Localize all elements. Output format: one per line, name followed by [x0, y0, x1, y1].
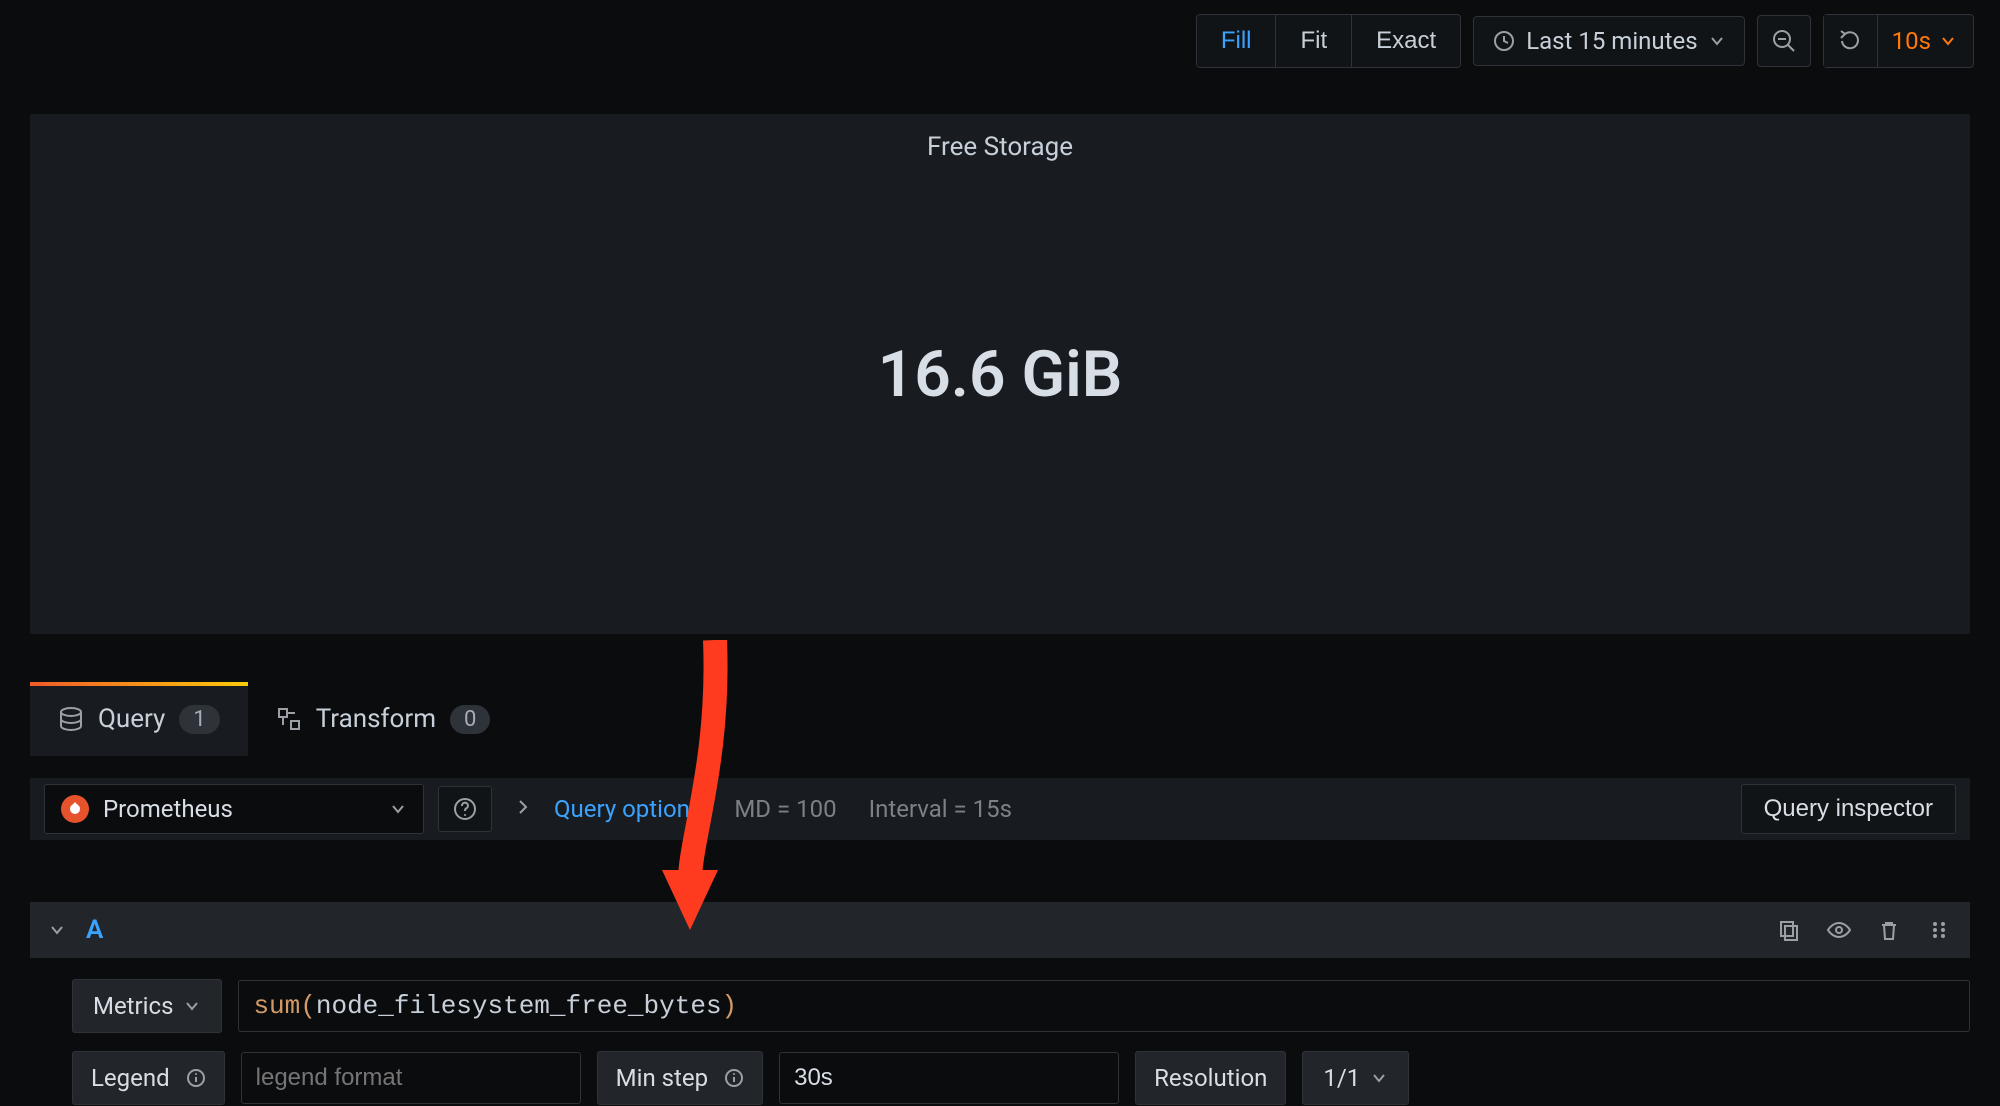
delete-query-icon[interactable]: [1876, 917, 1902, 943]
query-ref-id: A: [86, 915, 103, 945]
refresh-group: 10s: [1823, 14, 1974, 68]
stat-panel: Free Storage 16.6 GiB: [30, 114, 1970, 634]
minstep-label-cell: Min step: [597, 1051, 763, 1105]
transform-icon: [276, 706, 302, 732]
legend-format-input[interactable]: [241, 1052, 581, 1104]
datasource-bar: Prometheus Query options MD = 100 Interv…: [30, 778, 1970, 840]
refresh-interval-picker[interactable]: 10s: [1878, 27, 1973, 55]
datasource-help-button[interactable]: [438, 786, 492, 832]
refresh-interval-value: 10s: [1892, 27, 1931, 55]
metrics-browser-button[interactable]: Metrics: [72, 979, 222, 1033]
fill-button[interactable]: Fill: [1197, 15, 1277, 67]
prometheus-icon: [61, 795, 89, 823]
clock-icon: [1492, 29, 1516, 53]
time-range-picker[interactable]: Last 15 minutes: [1473, 16, 1744, 66]
datasource-picker[interactable]: Prometheus: [44, 784, 424, 834]
tab-transform[interactable]: Transform 0: [248, 682, 519, 756]
time-range-label: Last 15 minutes: [1526, 27, 1697, 55]
toggle-visibility-icon[interactable]: [1826, 917, 1852, 943]
transform-count-badge: 0: [450, 705, 490, 734]
query-options-toggle[interactable]: Query options: [554, 795, 702, 823]
tabs-strip: Query 1 Transform 0: [30, 670, 1970, 756]
refresh-button[interactable]: [1824, 15, 1878, 67]
query-inspector-button[interactable]: Query inspector: [1741, 784, 1956, 834]
zoom-out-button[interactable]: [1757, 15, 1811, 67]
chevron-down-icon: [1370, 1069, 1388, 1087]
metrics-label: Metrics: [93, 992, 173, 1020]
info-icon[interactable]: [724, 1068, 744, 1088]
tab-transform-label: Transform: [316, 704, 436, 734]
chevron-right-icon: [506, 798, 540, 820]
panel-title: Free Storage: [30, 132, 1970, 162]
chevron-down-icon: [183, 997, 201, 1015]
query-interval-label: Interval = 15s: [869, 795, 1012, 823]
legend-label: Legend: [91, 1064, 170, 1092]
resolution-picker[interactable]: 1/1: [1302, 1051, 1409, 1105]
expr-body: node_filesystem_free_bytes: [316, 991, 722, 1021]
promql-input[interactable]: sum(node_filesystem_free_bytes): [238, 980, 1970, 1032]
duplicate-query-icon[interactable]: [1776, 917, 1802, 943]
chevron-down-icon: [1939, 32, 1957, 50]
minstep-input[interactable]: [779, 1052, 1119, 1104]
info-icon[interactable]: [186, 1068, 206, 1088]
legend-label-cell: Legend: [72, 1051, 225, 1105]
minstep-label: Min step: [616, 1064, 708, 1092]
query-count-badge: 1: [179, 705, 219, 734]
chevron-down-icon: [1708, 32, 1726, 50]
database-icon: [58, 706, 84, 732]
resolution-label: Resolution: [1154, 1064, 1267, 1092]
exact-button[interactable]: Exact: [1352, 15, 1460, 67]
tab-query[interactable]: Query 1: [30, 682, 248, 756]
chevron-down-icon: [389, 800, 407, 818]
expr-fn: sum: [253, 991, 300, 1021]
fit-button[interactable]: Fit: [1276, 15, 1352, 67]
datasource-name: Prometheus: [103, 795, 233, 823]
tab-query-label: Query: [98, 704, 165, 734]
drag-handle-icon[interactable]: [1926, 917, 1952, 943]
resolution-value: 1/1: [1323, 1064, 1360, 1092]
query-md-label: MD = 100: [734, 795, 836, 823]
resolution-label-cell: Resolution: [1135, 1051, 1286, 1105]
chevron-down-icon[interactable]: [48, 921, 66, 939]
panel-value: 16.6 GiB: [878, 337, 1123, 412]
fit-mode-group: Fill Fit Exact: [1196, 14, 1461, 68]
query-row-header[interactable]: A: [30, 902, 1970, 958]
